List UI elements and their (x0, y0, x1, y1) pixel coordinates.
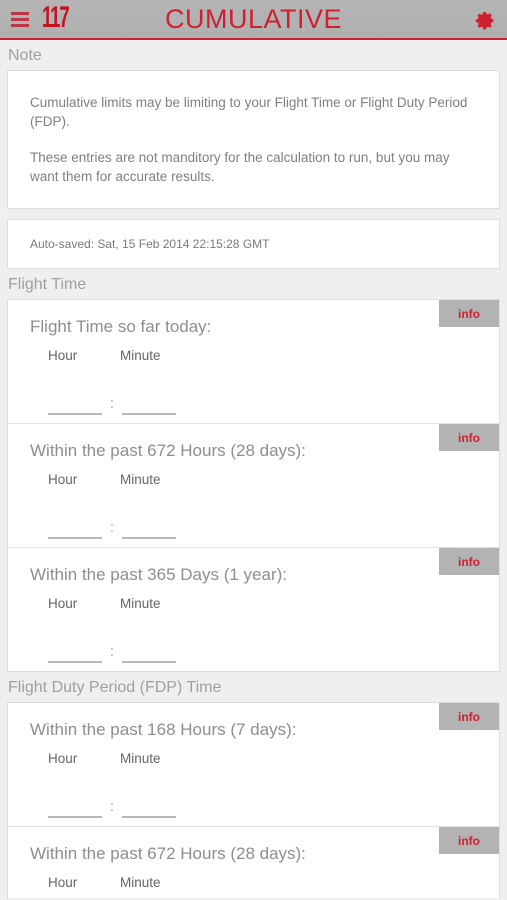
column-headers: Hour Minute (8, 348, 499, 363)
time-separator: : (109, 798, 115, 815)
section-title-fdp-time: Flight Duty Period (FDP) Time (0, 672, 507, 702)
column-headers: Hour Minute (8, 596, 499, 611)
time-input-row: : (8, 487, 499, 539)
form-group: info Within the past 672 Hours (28 days)… (8, 424, 499, 548)
form-group: info Within the past 168 Hours (7 days):… (8, 703, 499, 827)
hour-input[interactable] (48, 796, 102, 818)
time-input-row: : (8, 890, 499, 898)
minute-input[interactable] (122, 517, 176, 539)
gear-icon (475, 11, 493, 30)
section-title-flight-time: Flight Time (0, 269, 507, 299)
time-separator: : (109, 519, 115, 536)
hour-column-header: Hour (48, 596, 78, 611)
info-button[interactable]: info (439, 424, 499, 451)
group-label: Within the past 672 Hours (28 days): (30, 844, 306, 863)
hour-column-header: Hour (48, 875, 78, 890)
minute-column-header: Minute (120, 596, 161, 611)
hour-input[interactable] (48, 641, 102, 663)
info-button[interactable]: info (439, 703, 499, 730)
section-title-note: Note (0, 40, 507, 70)
time-input-row: : (8, 363, 499, 415)
info-button[interactable]: info (439, 827, 499, 854)
autosave-card: Auto-saved: Sat, 15 Feb 2014 22:15:28 GM… (7, 219, 500, 269)
form-group: info Within the past 672 Hours (28 days)… (8, 827, 499, 898)
column-headers: Hour Minute (8, 751, 499, 766)
minute-column-header: Minute (120, 472, 161, 487)
time-input-row: : (8, 611, 499, 663)
app-header: 117 CUMULATIVE (0, 0, 507, 40)
minute-input[interactable] (122, 796, 176, 818)
app-logo[interactable]: 117 (42, 1, 98, 34)
note-paragraph: These entries are not manditory for the … (30, 150, 450, 184)
group-label: Within the past 365 Days (1 year): (30, 565, 288, 584)
group-label: Within the past 672 Hours (28 days): (30, 441, 306, 460)
minute-column-header: Minute (120, 348, 161, 363)
hamburger-menu-icon-bar (11, 11, 29, 15)
time-separator: : (109, 395, 115, 412)
flight-time-card: info Flight Time so far today: Hour Minu… (7, 299, 500, 672)
autosave-status: Auto-saved: Sat, 15 Feb 2014 22:15:28 GM… (30, 237, 270, 251)
group-label: Within the past 168 Hours (7 days): (30, 720, 297, 739)
info-button[interactable]: info (439, 548, 499, 575)
column-headers: Hour Minute (8, 875, 499, 890)
hour-column-header: Hour (48, 472, 78, 487)
minute-input[interactable] (122, 641, 176, 663)
time-input-row: : (8, 766, 499, 818)
note-paragraph: Cumulative limits may be limiting to you… (30, 95, 468, 129)
form-group: info Within the past 365 Days (1 year): … (8, 548, 499, 671)
hour-column-header: Hour (48, 751, 78, 766)
note-card: Cumulative limits may be limiting to you… (7, 70, 500, 209)
minute-input[interactable] (122, 393, 176, 415)
group-label: Flight Time so far today: (30, 317, 212, 336)
hour-column-header: Hour (48, 348, 78, 363)
form-group: info Flight Time so far today: Hour Minu… (8, 300, 499, 424)
minute-column-header: Minute (120, 875, 161, 890)
hour-input[interactable] (48, 393, 102, 415)
hamburger-menu-icon-bar (11, 17, 29, 21)
minute-column-header: Minute (120, 751, 161, 766)
column-headers: Hour Minute (8, 472, 499, 487)
hour-input[interactable] (48, 517, 102, 539)
time-separator: : (109, 643, 115, 660)
page-content: Note Cumulative limits may be limiting t… (0, 40, 507, 898)
hamburger-menu-button[interactable] (0, 0, 40, 39)
info-button[interactable]: info (439, 300, 499, 327)
fdp-time-card: info Within the past 168 Hours (7 days):… (7, 702, 500, 898)
settings-button[interactable] (469, 4, 501, 36)
hamburger-menu-icon-bar (11, 23, 29, 27)
